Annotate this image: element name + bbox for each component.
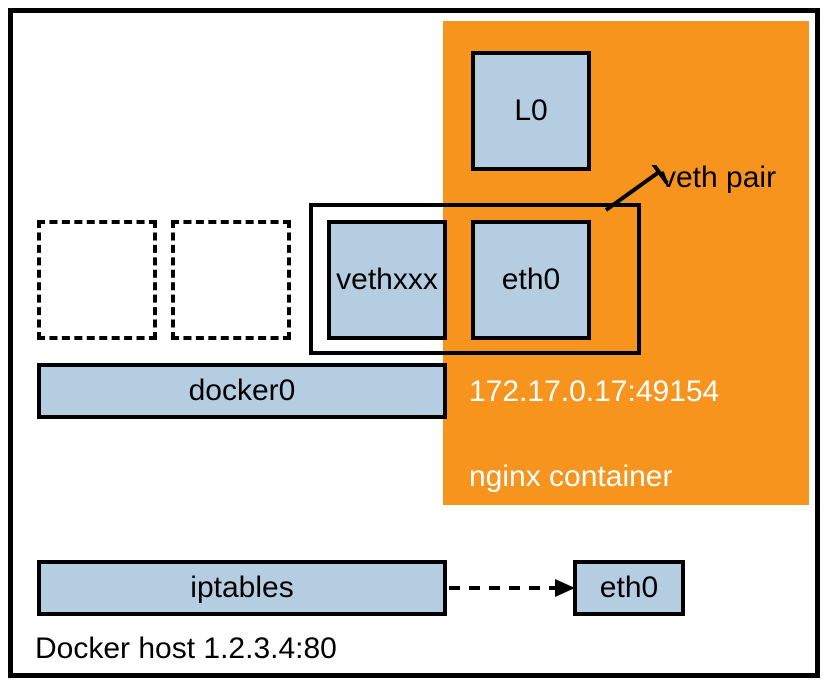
veth-pair-connector-line [601,165,681,213]
iptables-to-eth0-arrow [447,573,579,603]
vethxxx-interface-box: vethxxx [327,220,447,340]
eth0-host-interface-box: eth0 [573,560,685,616]
l0-interface-box: L0 [471,51,591,171]
container-name-label: nginx container [469,460,672,494]
vethxxx-label: vethxxx [336,263,438,297]
eth0-host-label: eth0 [600,571,658,605]
placeholder-box-2 [171,220,291,340]
iptables-box: iptables [37,560,447,616]
docker-host-frame: L0 vethxxx eth0 docker0 172.17.0.17:4915… [8,8,820,678]
docker0-label: docker0 [189,374,296,408]
container-ip-label: 172.17.0.17:49154 [469,375,719,409]
docker0-bridge-box: docker0 [37,363,447,419]
eth0-container-label: eth0 [502,263,560,297]
eth0-container-interface-box: eth0 [471,220,591,340]
l0-label: L0 [514,94,547,128]
docker-host-label: Docker host 1.2.3.4:80 [35,632,337,666]
iptables-label: iptables [190,571,293,605]
placeholder-box-1 [37,220,157,340]
